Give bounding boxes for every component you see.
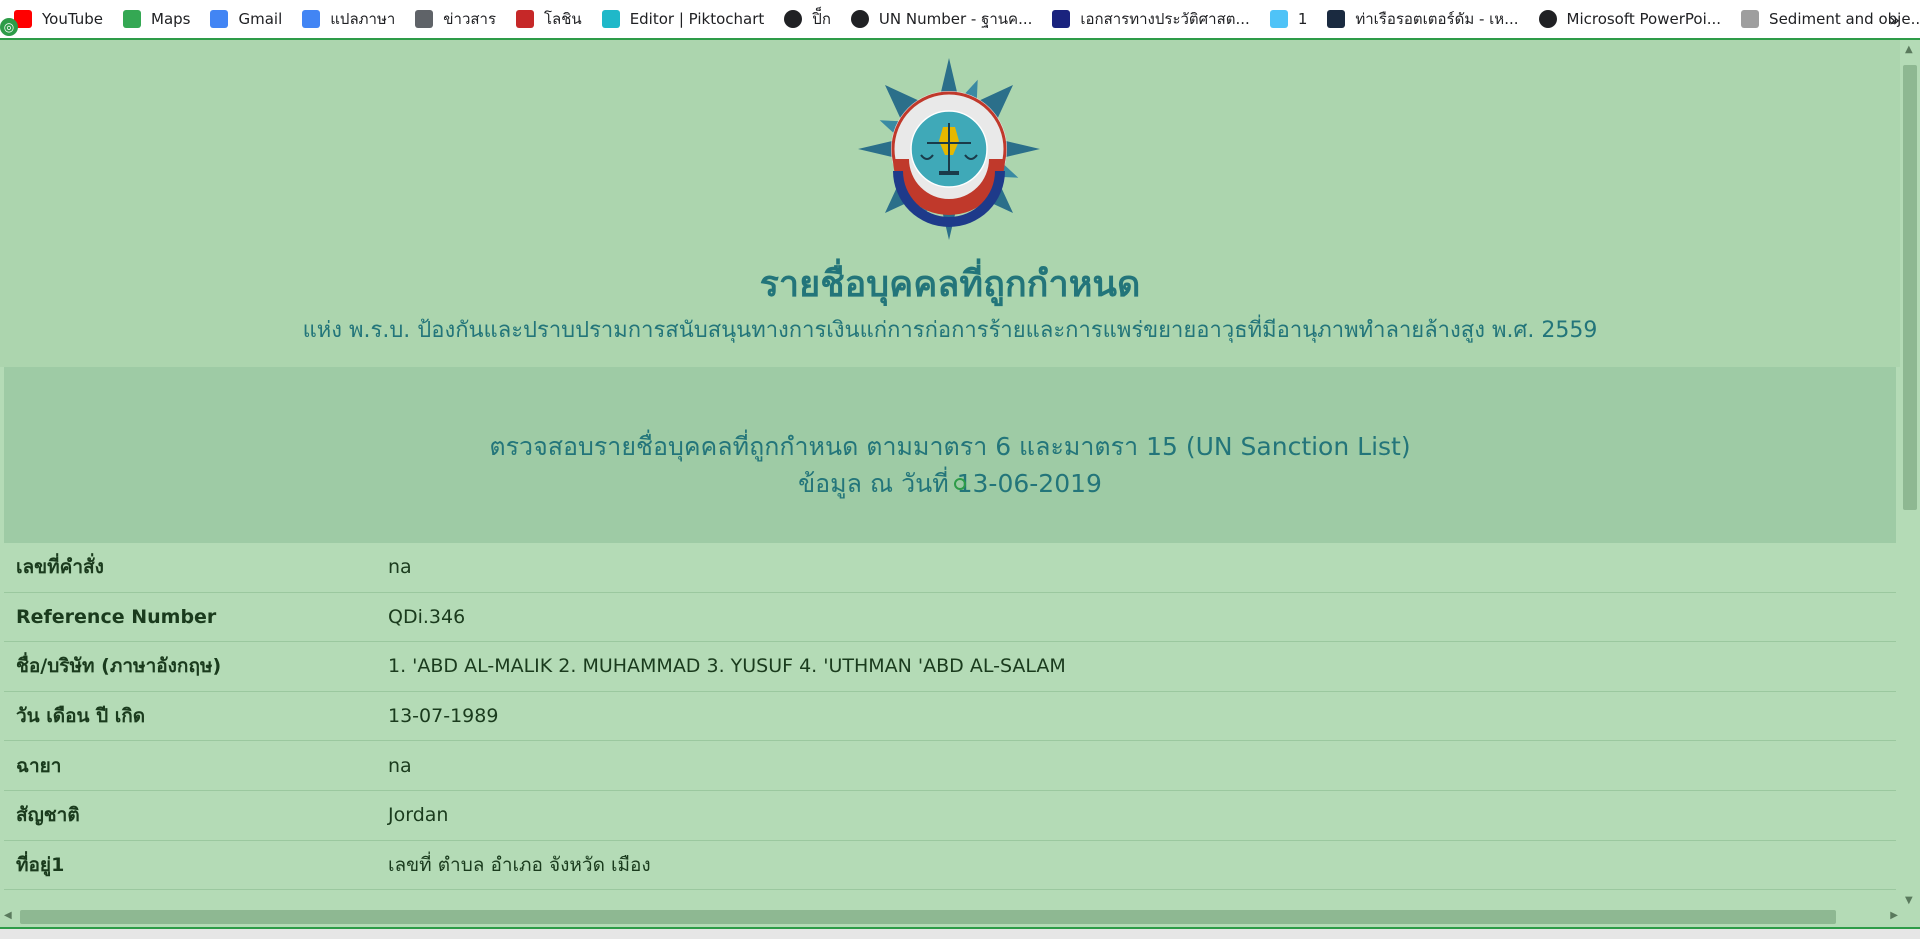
bookmark-label: Editor | Piktochart xyxy=(629,10,765,28)
loshin-icon xyxy=(516,10,534,28)
page-header: รายชื่อบุคคลที่ถูกกำหนด แห่ง พ.ร.บ. ป้อง… xyxy=(0,40,1900,367)
table-row: ชื่อ/บริษัท (ภาษาอังกฤษ) 1. 'ABD AL-MALIK… xyxy=(4,642,1896,692)
bookmark-item[interactable]: Editor | Piktochart xyxy=(601,0,765,39)
page-title: รายชื่อบุคคลที่ถูกกำหนด xyxy=(759,264,1141,305)
bookmarks-bar: YouTube Maps Gmail แปลภาษา ข่าวสาร โลชิน Edito… xyxy=(0,0,1920,40)
bookmarks-overflow-button[interactable]: » xyxy=(1889,0,1900,40)
info-heading: ตรวจสอบรายชื่อบุคคลที่ถูกกำหนด ตามมาตรา … xyxy=(489,432,1411,461)
docs-icon xyxy=(1052,10,1071,28)
row-label: Reference Number xyxy=(16,605,217,628)
bookmark-item[interactable]: แปลภาษา xyxy=(302,0,395,39)
row-label: สัญชาติ xyxy=(16,804,80,827)
bookmark-label: ปิ็ก xyxy=(812,10,831,28)
vertical-scroll-thumb[interactable] xyxy=(1903,65,1917,510)
st-icon xyxy=(1327,10,1346,28)
translate-icon xyxy=(302,10,321,28)
bookmark-item[interactable]: 1 xyxy=(1269,0,1308,39)
page-content: รายชื่อบุคคลที่ถูกกำหนด แห่ง พ.ร.บ. ป้อง… xyxy=(0,40,1900,910)
bookmark-item[interactable]: ปิ็ก xyxy=(784,0,831,39)
bulb-icon xyxy=(1269,10,1288,28)
info-date: ข้อมูล ณ วันที่ 13-06-2019 xyxy=(798,469,1102,498)
piktochart-icon xyxy=(601,10,620,28)
table-row: Reference Number QDi.346 xyxy=(4,592,1896,643)
globe-icon xyxy=(784,10,803,28)
detail-table: เลขที่คำสั่ง na Reference Number QDi.346 ชื่… xyxy=(4,543,1896,891)
row-value: na xyxy=(388,754,412,777)
row-label: ฉายา xyxy=(16,754,62,777)
gmail-icon xyxy=(210,10,229,28)
sediment-icon xyxy=(1741,10,1760,28)
row-value: Jordan xyxy=(388,804,449,827)
bookmark-item[interactable]: ข่าวสาร xyxy=(415,0,496,39)
row-value: เลขที่ ตำบล อำเภอ จังหวัด เมือง xyxy=(388,853,651,876)
bookmarks-list: YouTube Maps Gmail แปลภาษา ข่าวสาร โลชิน Edito… xyxy=(14,0,1920,39)
bookmark-item[interactable]: YouTube xyxy=(14,0,103,39)
table-row: ที่อยู่1 เลขที่ ตำบล อำเภอ จังหวัด เมือง xyxy=(4,840,1896,891)
cursor-indicator-icon xyxy=(954,478,966,490)
extension-icon[interactable]: ◎ xyxy=(0,18,18,36)
info-box: ตรวจสอบรายชื่อบุคคลที่ถูกกำหนด ตามมาตรา … xyxy=(4,367,1896,543)
bookmark-item[interactable]: UN Number - ฐานค... xyxy=(850,0,1033,39)
row-label: ที่อยู่1 xyxy=(16,853,65,876)
table-row: วัน เดือน ปี เกิด 13-07-1989 xyxy=(4,691,1896,742)
row-value: QDi.346 xyxy=(388,605,466,628)
row-value: na xyxy=(388,556,412,579)
maps-icon xyxy=(123,10,141,28)
bookmark-item[interactable]: เอกสารทางประวัติศาสต... xyxy=(1052,0,1250,39)
bookmark-label: Gmail xyxy=(238,10,283,28)
table-row: ฉายา na xyxy=(4,741,1896,791)
bookmark-item[interactable]: Gmail xyxy=(210,0,282,39)
horizontal-scrollbar[interactable]: ◀ ▶ xyxy=(0,907,1900,927)
bookmark-item[interactable]: ท่าเรือรอตเตอร์ดัม - เห... xyxy=(1327,0,1519,39)
bookmark-label: Maps xyxy=(151,10,191,28)
globe-icon xyxy=(1538,10,1557,28)
bookmark-label: 1 xyxy=(1297,10,1308,28)
bookmark-label: เอกสารทางประวัติศาสต... xyxy=(1080,10,1250,28)
scroll-up-icon[interactable]: ▲ xyxy=(1905,44,1913,55)
scroll-down-icon[interactable]: ▼ xyxy=(1905,895,1913,906)
table-row: เลขที่คำสั่ง na xyxy=(4,543,1896,593)
bookmark-label: UN Number - ฐานค... xyxy=(878,10,1033,28)
row-value: 13-07-1989 xyxy=(388,705,499,728)
horizontal-scroll-thumb[interactable] xyxy=(20,910,1836,924)
bookmark-label: Microsoft PowerPoi... xyxy=(1566,10,1722,28)
row-label: วัน เดือน ปี เกิด xyxy=(16,705,146,728)
row-label: เลขที่คำสั่ง xyxy=(16,556,104,579)
page-subtitle: แห่ง พ.ร.บ. ป้องกันและปราบปรามการสนับสนุ… xyxy=(302,318,1598,343)
globe-icon xyxy=(850,10,869,28)
row-label: ชื่อ/บริษัท (ภาษาอังกฤษ) xyxy=(16,655,222,678)
scroll-right-icon[interactable]: ▶ xyxy=(1890,910,1898,921)
bookmark-item[interactable]: Microsoft PowerPoi... xyxy=(1538,0,1722,39)
scroll-left-icon[interactable]: ◀ xyxy=(4,910,12,921)
amlo-seal-logo xyxy=(858,58,1040,240)
bookmark-item[interactable]: Maps xyxy=(123,0,190,39)
row-value: 1. 'ABD AL-MALIK 2. MUHAMMAD 3. YUSUF 4.… xyxy=(388,655,1066,678)
bookmark-label: YouTube xyxy=(42,10,103,28)
vertical-scrollbar[interactable]: ▲ ▼ xyxy=(1900,40,1920,910)
bookmark-label: ท่าเรือรอตเตอร์ดัม - เห... xyxy=(1355,10,1519,28)
table-row: สัญชาติ Jordan xyxy=(4,790,1896,841)
bookmark-label: โลชิน xyxy=(544,10,582,28)
bottom-strip xyxy=(0,927,1920,939)
bookmark-label: ข่าวสาร xyxy=(443,10,496,28)
bookmark-item[interactable]: โลชิน xyxy=(516,0,582,39)
news-icon xyxy=(415,10,434,28)
bookmark-label: แปลภาษา xyxy=(330,10,396,28)
